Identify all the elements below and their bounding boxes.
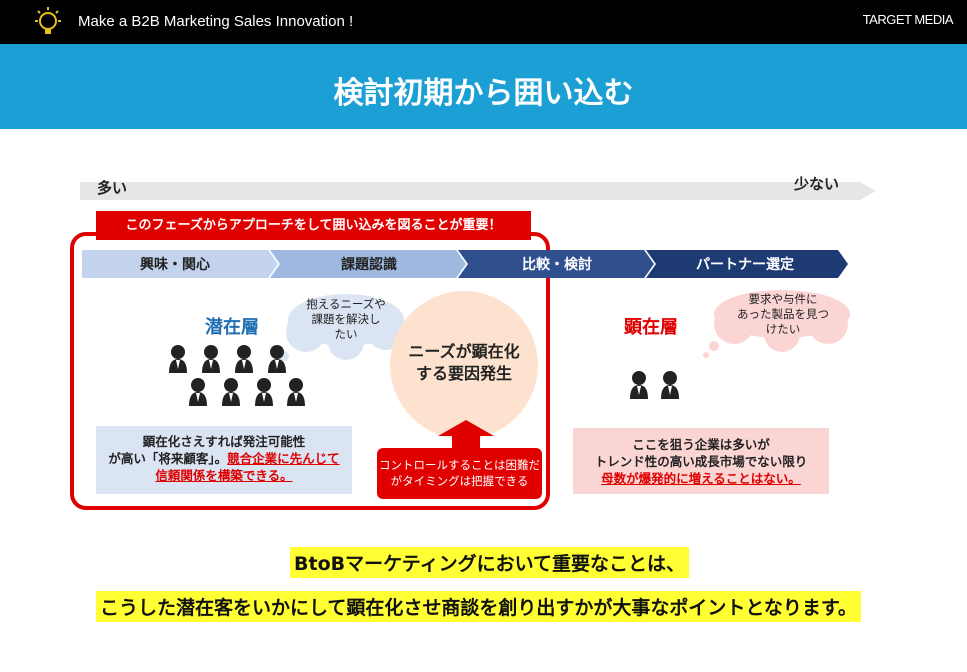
trigger-circle-text: ニーズが顕在化 する要因発生 (408, 342, 520, 383)
person-icon (630, 371, 648, 399)
page-title: 検討初期から囲い込む (333, 76, 634, 111)
phase-label-compare: 比較・検討 (522, 257, 592, 273)
manifest-layer-title: 顕在層 (624, 317, 678, 338)
trigger-callout: コントロールすることは困難だ がタイミングは把握できる (377, 448, 542, 499)
header-bar: Make a B2B Marketing Sales Innovation ! … (0, 0, 967, 44)
thought-text-manifest: 要求や与件に あった製品を見つ けたい (737, 292, 829, 336)
person-icon (222, 378, 240, 406)
phase-label-partner: パートナー選定 (696, 257, 794, 273)
person-icon (169, 345, 187, 373)
manifest-people-group (630, 371, 679, 399)
latent-layer-title: 潜在層 (205, 317, 259, 338)
conclusion-line-1: BtoBマーケティングにおいて重要なことは、 (290, 547, 690, 578)
scale-left-label: 多い (97, 179, 128, 197)
conclusion-line-2: こうした潜在客をいかにして顕在化させ商談を創り出すかが大事なポイントとなります。 (96, 591, 861, 622)
person-icon (268, 345, 286, 373)
person-icon (235, 345, 253, 373)
header-tagline: Make a B2B Marketing Sales Innovation ! (78, 13, 354, 30)
manifest-note-text: ここを狙う企業は多いが トレンド性の高い成長市場でない限り 母数が爆発的に増える… (594, 437, 808, 486)
person-icon (202, 345, 220, 373)
quantity-scale-arrow (80, 182, 876, 200)
phase-label-interest: 興味・関心 (140, 257, 210, 273)
approach-banner: このフェーズからアプローチをして囲い込みを図ることが重要！ (96, 211, 531, 240)
scale-right-label: 少ない (794, 175, 840, 193)
phase-label-issue: 課題認識 (341, 257, 397, 273)
title-bar: 検討初期から囲い込む (0, 44, 967, 129)
thought-text-latent: 抱えるニーズや 課題を解決し たい (306, 297, 386, 341)
lightbulb-icon (35, 7, 61, 34)
latent-people-group (169, 345, 305, 406)
person-icon (255, 378, 273, 406)
person-icon (661, 371, 679, 399)
target-media-logo: TARGET MEDIA (862, 12, 954, 27)
person-icon (287, 378, 305, 406)
person-icon (189, 378, 207, 406)
latent-note-text: 顕在化さえすれば発注可能性 が高い「将来顧客」。競合企業に先んじて 信頼関係を構… (108, 434, 340, 483)
